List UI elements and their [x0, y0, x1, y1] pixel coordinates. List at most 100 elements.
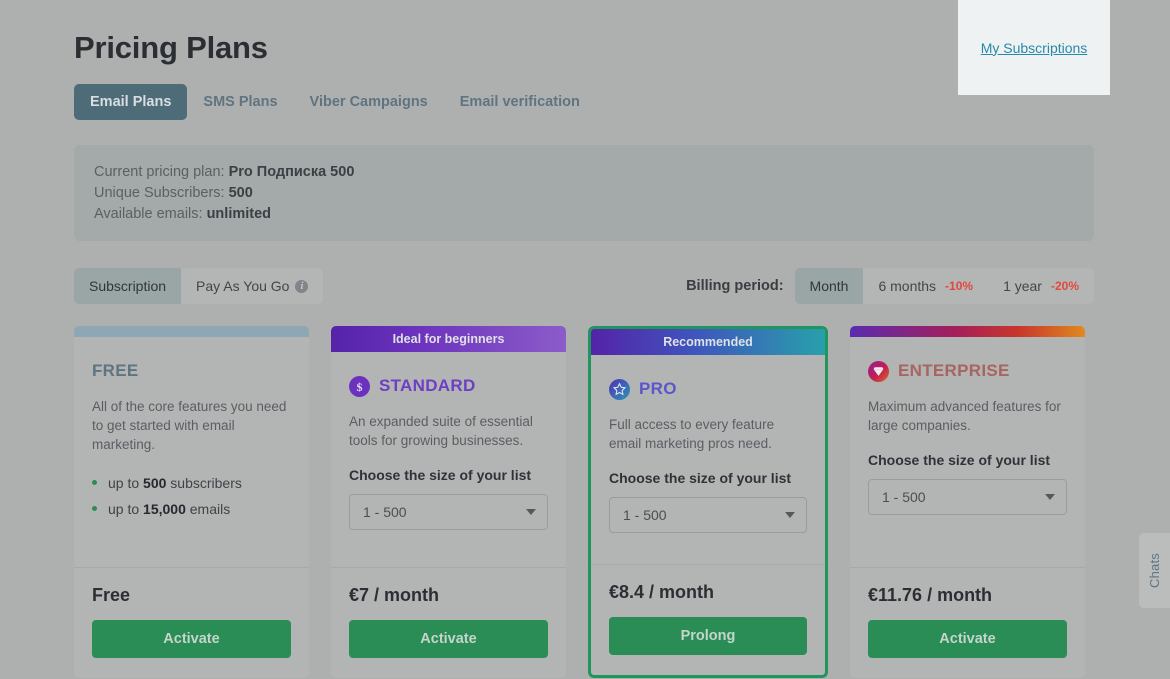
list-size-label-pro: Choose the size of your list	[609, 470, 792, 487]
plan-body-enterprise: ENTERPRISE Maximum advanced features for …	[850, 337, 1085, 567]
tab-email-plans[interactable]: Email Plans	[74, 84, 188, 121]
chevron-down-icon	[526, 509, 536, 516]
current-plan-line: Current pricing plan: Pro Подписка 500	[94, 162, 1074, 183]
plan-feature-value: 500	[143, 475, 167, 492]
billing-option-month[interactable]: Month	[794, 268, 864, 305]
plan-ribbon-standard: Ideal for beginners	[331, 326, 566, 353]
plan-name-pro: PRO	[639, 379, 677, 399]
current-plan-label: Current pricing plan:	[94, 164, 225, 181]
plan-footer-pro: €8.4 / month Prolong	[591, 564, 825, 675]
list-size-label-enterprise: Choose the size of your list	[868, 452, 1051, 469]
plan-body-standard: $ STANDARD An expanded suite of essential …	[331, 352, 566, 567]
main-content: Pricing Plans Email Plans SMS Plans Viber …	[74, 0, 1094, 679]
mode-option-subscription[interactable]: Subscription	[74, 268, 182, 305]
plan-price-enterprise: €11.76 / month	[868, 585, 993, 606]
chevron-down-icon	[785, 512, 795, 519]
plan-card-enterprise: ENTERPRISE Maximum advanced features for …	[850, 326, 1085, 679]
plan-heading-standard: $ STANDARD	[349, 374, 548, 398]
billing-option-6-months[interactable]: 6 months -10%	[863, 268, 988, 304]
plan-heading-free: FREE	[92, 359, 291, 383]
svg-text:$: $	[357, 380, 363, 394]
plan-description-standard: An expanded suite of essential tools for…	[349, 414, 533, 449]
plan-description-enterprise: Maximum advanced features for large comp…	[868, 399, 1061, 434]
info-icon[interactable]: i	[295, 279, 309, 293]
plan-cards: FREE All of the core features you need to…	[74, 326, 1094, 679]
list-size-label-standard: Choose the size of your list	[349, 467, 532, 484]
plan-feature-item: up to 15,000 emails	[92, 496, 291, 522]
tab-sms-plans[interactable]: SMS Plans	[187, 84, 293, 120]
billing-period-label: Billing period:	[686, 278, 784, 295]
available-emails-value: unlimited	[206, 206, 272, 223]
billing-option-discount: -10%	[945, 279, 974, 294]
unique-subscribers-label: Unique Subscribers:	[94, 185, 225, 202]
list-size-select-value: 1 - 500	[882, 489, 926, 506]
available-emails-label: Available emails:	[94, 206, 203, 223]
plan-cta-button-enterprise[interactable]: Activate	[868, 620, 1067, 659]
plan-feature-prefix: up to	[108, 475, 144, 492]
billing-option-label: 1 year	[1003, 278, 1042, 295]
plan-footer-standard: €7 / month Activate	[331, 567, 566, 678]
plan-feature-suffix: subscribers	[166, 475, 242, 492]
current-plan-value: Pro Подписка 500	[228, 164, 355, 181]
list-size-select-value: 1 - 500	[623, 507, 667, 524]
controls-row: Subscription Pay As You Go i Billing perio…	[74, 268, 1094, 305]
billing-option-1-year[interactable]: 1 year -20%	[988, 268, 1094, 304]
plan-cta-button-pro[interactable]: Prolong	[609, 617, 807, 656]
billing-option-label: Month	[809, 278, 849, 295]
plan-name-standard: STANDARD	[379, 376, 476, 396]
list-size-select-enterprise[interactable]: 1 - 500	[868, 479, 1067, 516]
my-subscriptions-link[interactable]: My Subscriptions	[981, 40, 1088, 56]
billing-period-control: Billing period: Month 6 months -10% 1 year -…	[686, 268, 1094, 305]
plan-price-pro: €8.4 / month	[609, 582, 715, 603]
plan-cta-button-free[interactable]: Activate	[92, 620, 291, 659]
available-emails-line: Available emails: unlimited	[94, 204, 1074, 225]
plan-footer-enterprise: €11.76 / month Activate	[850, 567, 1085, 678]
billing-option-discount: -20%	[1050, 279, 1079, 294]
unique-subscribers-line: Unique Subscribers: 500	[94, 183, 1074, 204]
billing-option-label: 6 months	[878, 278, 937, 295]
mode-option-pay-as-you-go[interactable]: Pay As You Go i	[181, 268, 323, 304]
plan-body-free: FREE All of the core features you need to…	[74, 337, 309, 567]
plan-price-free: Free	[92, 585, 131, 606]
mode-option-label: Subscription	[89, 278, 167, 295]
dollar-badge-icon: $	[349, 375, 370, 397]
plan-feature-value: 15,000	[143, 501, 186, 518]
list-size-select-value: 1 - 500	[363, 504, 407, 521]
plan-heading-pro: PRO	[609, 377, 807, 401]
plan-feature-text: up to 15,000 emails	[108, 496, 230, 522]
plan-cta-button-standard[interactable]: Activate	[349, 620, 548, 659]
plan-feature-text: up to 500 subscribers	[108, 470, 242, 496]
plan-footer-free: Free Activate	[74, 567, 309, 678]
payment-mode-toggle: Subscription Pay As You Go i	[74, 268, 324, 305]
chevron-down-icon	[1045, 494, 1055, 501]
list-size-select-pro[interactable]: 1 - 500	[609, 497, 807, 534]
plan-card-standard: Ideal for beginners $ STANDARD An expanded …	[331, 326, 566, 679]
my-subscriptions-panel: My Subscriptions	[958, 0, 1110, 95]
plan-accent-bar-enterprise	[850, 326, 1085, 338]
plan-card-pro: Recommended PRO Full access to every featu…	[588, 326, 828, 679]
tab-email-verification[interactable]: Email verification	[444, 84, 596, 120]
plan-card-free: FREE All of the core features you need to…	[74, 326, 309, 679]
bullet-icon	[92, 506, 97, 512]
plan-body-pro: PRO Full access to every feature email ma…	[591, 355, 825, 564]
chats-widget-tab[interactable]: Chats	[1139, 533, 1170, 608]
plan-ribbon-pro: Recommended	[591, 329, 825, 356]
plan-feature-suffix: emails	[185, 501, 231, 518]
list-size-select-standard[interactable]: 1 - 500	[349, 494, 548, 531]
plan-feature-item: up to 500 subscribers	[92, 470, 291, 496]
unique-subscribers-value: 500	[228, 185, 253, 202]
chats-widget-label: Chats	[1147, 553, 1162, 588]
diamond-badge-icon	[868, 360, 889, 382]
plan-price-standard: €7 / month	[349, 585, 440, 606]
plan-name-enterprise: ENTERPRISE	[898, 361, 1010, 381]
star-badge-icon	[609, 378, 630, 400]
plan-feature-prefix: up to	[108, 501, 144, 518]
tab-viber-campaigns[interactable]: Viber Campaigns	[294, 84, 444, 120]
page-title: Pricing Plans	[74, 30, 268, 65]
billing-period-toggle: Month 6 months -10% 1 year -20%	[794, 268, 1094, 305]
current-plan-info-box: Current pricing plan: Pro Подписка 500 U…	[74, 145, 1094, 242]
plan-heading-enterprise: ENTERPRISE	[868, 359, 1067, 383]
plan-features-free: up to 500 subscribers up to 15,000 emails	[92, 470, 291, 522]
plan-description-pro: Full access to every feature email marke…	[609, 417, 775, 452]
plan-name-free: FREE	[92, 361, 139, 381]
